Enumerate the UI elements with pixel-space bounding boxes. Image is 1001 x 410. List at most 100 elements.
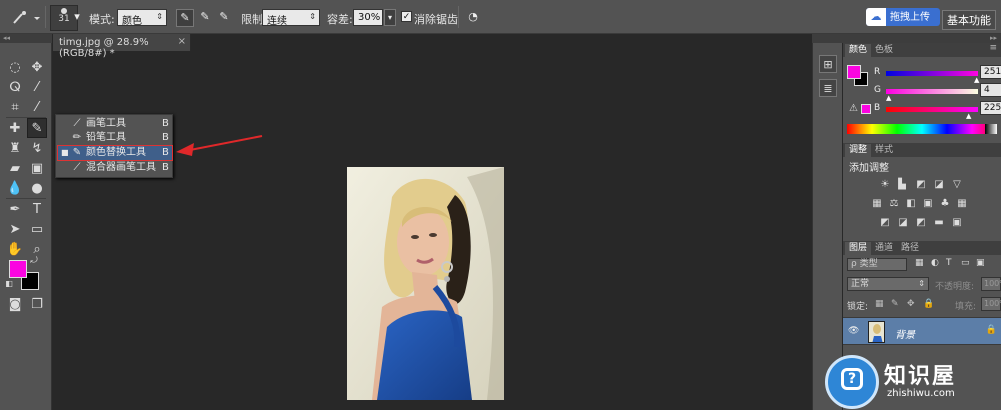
- slider-thumb-icon[interactable]: ▲: [966, 112, 971, 120]
- black-white-icon[interactable]: ◧: [905, 198, 917, 210]
- swap-colors-icon[interactable]: ⤾: [28, 255, 40, 267]
- document-tab[interactable]: timg.jpg @ 28.9%(RGB/8#) * ×: [53, 34, 191, 59]
- layer-row-background[interactable]: 👁 背景 🔒: [843, 317, 1001, 345]
- brightness-contrast-icon[interactable]: ☀: [879, 179, 891, 191]
- color-replacement-tool-icon[interactable]: ✎: [27, 118, 47, 138]
- panels-collapse-bar[interactable]: ▸▸: [812, 34, 1001, 43]
- lock-transparent-icon[interactable]: ▦: [875, 299, 884, 309]
- canvas-photo[interactable]: [347, 167, 504, 400]
- history-panel-icon[interactable]: ⊞: [819, 55, 837, 73]
- filter-shape-icon[interactable]: ▭: [961, 258, 970, 268]
- panel-menu-icon[interactable]: ≡: [989, 43, 997, 53]
- tab-paths[interactable]: 路径: [897, 242, 923, 255]
- curves-icon[interactable]: ◩: [915, 179, 927, 191]
- hand-tool-icon[interactable]: ✋: [5, 240, 25, 260]
- threshold-icon[interactable]: ◩: [915, 217, 927, 229]
- tab-color[interactable]: 颜色: [845, 44, 872, 57]
- filter-adjustment-icon[interactable]: ◐: [931, 258, 939, 268]
- selective-color-icon[interactable]: ▣: [951, 217, 963, 229]
- hue-saturation-icon[interactable]: ▦: [871, 198, 883, 210]
- gradient-map-icon[interactable]: ▬: [933, 217, 945, 229]
- lock-image-icon[interactable]: ✎: [891, 299, 899, 309]
- tab-adjustments[interactable]: 调整: [845, 144, 872, 157]
- tab-layers[interactable]: 图层: [845, 242, 872, 255]
- green-value-input[interactable]: 4: [980, 83, 1001, 97]
- vibrance-icon[interactable]: ▽: [951, 179, 963, 191]
- color-lookup-icon[interactable]: ▦: [956, 198, 968, 210]
- tab-channels[interactable]: 通道: [871, 242, 897, 255]
- foreground-color-swatch[interactable]: [9, 260, 27, 278]
- red-value-input[interactable]: 251: [980, 65, 1001, 79]
- path-selection-tool-icon[interactable]: ➤: [5, 220, 25, 240]
- blue-slider[interactable]: B ▲ 225: [874, 101, 1001, 120]
- sampling-continuous-icon[interactable]: ✎: [176, 9, 194, 27]
- lock-all-icon[interactable]: 🔒: [923, 299, 934, 309]
- visibility-eye-icon[interactable]: 👁: [848, 326, 859, 336]
- gamut-color-chip[interactable]: [861, 104, 871, 114]
- close-tab-icon[interactable]: ×: [178, 36, 186, 47]
- quick-mask-icon[interactable]: ◙: [5, 295, 25, 315]
- move-tool-icon[interactable]: ✥: [27, 58, 47, 78]
- layer-filter-type-select[interactable]: ρ 类型: [847, 258, 907, 271]
- tool-preset-picker[interactable]: [10, 9, 40, 27]
- eyedropper-tool-icon[interactable]: ⁄: [27, 98, 47, 118]
- toolbox-collapse-bar[interactable]: ◂◂: [0, 34, 52, 43]
- flyout-item-brush[interactable]: ⟋ 画笔工具 B: [58, 117, 172, 131]
- history-brush-tool-icon[interactable]: ↯: [27, 139, 47, 159]
- dodge-tool-icon[interactable]: ●: [27, 179, 47, 199]
- blue-value-input[interactable]: 225: [980, 101, 1001, 115]
- flyout-item-mixer-brush[interactable]: ⟋ 混合器画笔工具 B: [58, 161, 172, 175]
- filter-smart-object-icon[interactable]: ▣: [976, 258, 985, 268]
- tab-styles[interactable]: 样式: [871, 144, 897, 157]
- flyout-item-color-replacement[interactable]: ■ ✎ 颜色替换工具 B: [57, 145, 173, 161]
- fill-input[interactable]: 100%: [981, 297, 1001, 311]
- pressure-size-icon[interactable]: ◔: [464, 9, 482, 27]
- gradient-tool-icon[interactable]: ▣: [27, 159, 47, 179]
- photo-filter-icon[interactable]: ▣: [922, 198, 934, 210]
- rectangle-tool-icon[interactable]: ▭: [27, 220, 47, 240]
- color-spectrum-bar[interactable]: [847, 124, 997, 134]
- default-colors-icon[interactable]: ◧: [4, 279, 14, 289]
- upload-button[interactable]: ☁ 拖拽上传: [866, 8, 940, 26]
- red-slider[interactable]: R ▲ 251: [874, 65, 1001, 84]
- healing-brush-tool-icon[interactable]: ✚: [5, 119, 25, 139]
- crop-tool-icon[interactable]: ⌗: [5, 98, 25, 118]
- invert-icon[interactable]: ◩: [879, 217, 891, 229]
- blend-mode-select[interactable]: 正常 ⇕: [847, 277, 929, 291]
- properties-panel-icon[interactable]: ≣: [819, 79, 837, 97]
- eraser-tool-icon[interactable]: ▰: [5, 159, 25, 179]
- blur-tool-icon[interactable]: 💧: [5, 179, 25, 199]
- screen-mode-icon[interactable]: ❐: [27, 295, 47, 315]
- quick-selection-tool-icon[interactable]: ⁄: [27, 78, 47, 98]
- lasso-tool-icon[interactable]: ⵕ: [5, 78, 25, 98]
- brush-dropdown-icon[interactable]: ▾: [73, 9, 81, 27]
- slider-thumb-icon[interactable]: ▲: [886, 94, 891, 102]
- workspace-select[interactable]: 基本功能: [942, 10, 996, 30]
- tab-swatches[interactable]: 色板: [871, 44, 897, 57]
- antialias-checkbox[interactable]: ✓: [401, 11, 412, 22]
- pen-tool-icon[interactable]: ✒: [5, 200, 25, 220]
- type-tool-icon[interactable]: T: [27, 200, 47, 220]
- marquee-tool-icon[interactable]: ◌: [5, 58, 25, 78]
- mode-select[interactable]: 颜色 ⇕: [117, 9, 167, 27]
- clone-stamp-tool-icon[interactable]: ♜: [5, 139, 25, 159]
- channel-mixer-icon[interactable]: ♣: [939, 198, 951, 210]
- exposure-icon[interactable]: ◪: [933, 179, 945, 191]
- sampling-background-icon[interactable]: ✎: [215, 9, 233, 27]
- green-slider[interactable]: G ▲ 4: [874, 83, 1001, 102]
- foreground-chip[interactable]: [847, 65, 861, 79]
- filter-pixel-icon[interactable]: ▦: [915, 258, 924, 268]
- lock-position-icon[interactable]: ✥: [907, 299, 915, 309]
- levels-icon[interactable]: ▙: [896, 179, 908, 191]
- flyout-item-pencil[interactable]: ✏ 铅笔工具 B: [58, 131, 172, 145]
- color-balance-icon[interactable]: ⚖: [888, 198, 900, 210]
- sampling-once-icon[interactable]: ✎: [196, 9, 214, 27]
- posterize-icon[interactable]: ◪: [897, 217, 909, 229]
- filter-type-icon[interactable]: T: [946, 258, 952, 268]
- toolbar-divider: [458, 6, 459, 28]
- limits-select[interactable]: 连续 ⇕: [262, 9, 320, 27]
- slider-thumb-icon[interactable]: ▲: [974, 76, 979, 84]
- opacity-input[interactable]: 100%: [981, 277, 1001, 291]
- tolerance-dropdown-icon[interactable]: ▾: [384, 9, 396, 26]
- tolerance-input[interactable]: 30%: [353, 9, 383, 26]
